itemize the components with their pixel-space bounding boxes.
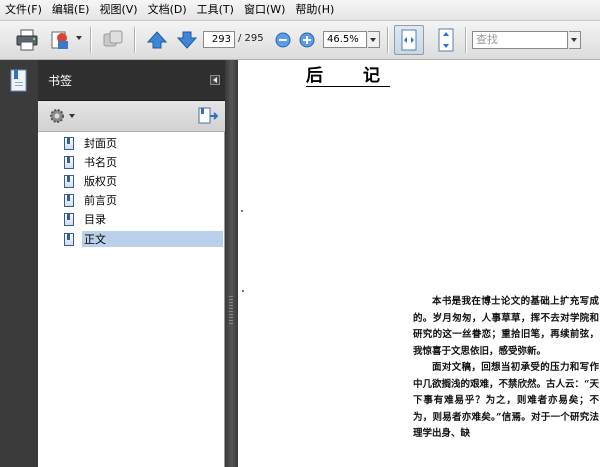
toolbar-separator (387, 27, 388, 53)
print-button[interactable] (14, 27, 40, 53)
fit-width-icon (401, 29, 417, 51)
arrow-down-icon (176, 31, 198, 49)
zoom-in-icon (299, 32, 315, 48)
bookmark-label: 书名页 (84, 156, 117, 169)
printer-icon (16, 29, 38, 51)
zoom-out-button[interactable] (274, 27, 292, 53)
previous-page-button[interactable] (144, 27, 170, 53)
page-total-label: / 295 (238, 33, 264, 44)
create-pdf-icon (51, 31, 68, 49)
gear-icon[interactable] (48, 107, 66, 125)
fit-page-button[interactable] (432, 26, 460, 54)
zoom-input[interactable]: 46.5% (323, 31, 367, 48)
bookmark-icon (64, 193, 74, 207)
bookmarks-icon[interactable] (9, 69, 29, 93)
options-dropdown-arrow[interactable] (69, 114, 75, 118)
menu-tools[interactable]: 工具(T) (192, 0, 239, 20)
bookmark-icon (64, 136, 74, 150)
menu-bar: 文件(F) 编辑(E) 视图(V) 文档(D) 工具(T) 窗口(W) 帮助(H… (0, 0, 600, 21)
zoom-dropdown-arrow[interactable] (368, 31, 380, 48)
bookmark-cover[interactable]: 封面页 (64, 134, 119, 152)
arrow-up-icon (146, 31, 168, 49)
bookmarks-list: 封面页 书名页 版权页 前言页 目录 正文 (38, 132, 225, 467)
bookmark-preface[interactable]: 前言页 (64, 191, 119, 209)
search-input[interactable]: 查找 (472, 31, 568, 49)
bookmark-icon (64, 212, 74, 226)
menu-edit[interactable]: 编辑(E) (47, 0, 95, 20)
scan-mark (242, 290, 244, 292)
collapse-panel-button[interactable] (210, 75, 220, 85)
bookmark-title-page[interactable]: 书名页 (64, 153, 119, 171)
menu-document[interactable]: 文档(D) (143, 0, 192, 20)
document-page[interactable]: 后记 本书是我在博士论文的基础上扩充写成的。岁月匆匆，人事草草，挥不去对学院和研… (238, 60, 600, 467)
zoom-in-button[interactable] (298, 27, 316, 53)
next-page-button[interactable] (174, 27, 200, 53)
bookmark-label: 版权页 (84, 175, 117, 188)
page-number-input[interactable]: 293 (203, 31, 235, 48)
scan-mark (241, 210, 243, 212)
bookmark-label-selected: 正文 (82, 231, 223, 247)
bookmark-contents[interactable]: 目录 (64, 210, 108, 228)
bookmark-icon (64, 174, 74, 188)
bookmark-main-text[interactable]: 正文 (64, 230, 223, 248)
page-heading: 后记 (306, 66, 420, 87)
fit-width-button[interactable] (394, 25, 424, 55)
bookmark-copyright[interactable]: 版权页 (64, 172, 119, 190)
expand-bookmark-icon[interactable] (198, 107, 218, 125)
menu-window[interactable]: 窗口(W) (239, 0, 290, 20)
toolbar: 293 / 295 46.5% 查找 (0, 21, 600, 60)
create-button[interactable] (48, 27, 74, 53)
paragraph: 面对文稿，回想当初承受的压力和写作中几欲搁浅的艰难，不禁欣然。古人云：“天下事有… (413, 362, 599, 439)
bookmarks-panel-header: 书签 (38, 60, 225, 101)
bookmarks-panel-title: 书签 (48, 74, 73, 88)
panel-splitter[interactable] (225, 60, 238, 467)
bookmark-label: 目录 (84, 213, 106, 226)
search-dropdown-arrow[interactable] (569, 31, 581, 49)
create-dropdown-arrow[interactable] (76, 36, 82, 40)
paragraph: 本书是我在博士论文的基础上扩充写成的。岁月匆匆，人事草草，挥不去对学院和研究的这… (413, 296, 599, 357)
bookmark-icon (64, 155, 74, 169)
toolbar-separator (134, 27, 135, 53)
splitter-grip[interactable] (229, 296, 233, 326)
menu-help[interactable]: 帮助(H) (290, 0, 339, 20)
bookmark-label: 前言页 (84, 194, 117, 207)
bookmark-icon (64, 232, 74, 246)
menu-file[interactable]: 文件(F) (0, 0, 47, 20)
fit-page-icon (438, 28, 454, 52)
collaborate-button[interactable] (100, 27, 126, 53)
bookmarks-panel-toolbar (38, 101, 225, 132)
collaborate-icon (103, 30, 123, 47)
bookmark-label: 封面页 (84, 137, 117, 150)
toolbar-separator (90, 27, 91, 53)
menu-view[interactable]: 视图(V) (94, 0, 142, 20)
page-body-text: 本书是我在博士论文的基础上扩充写成的。岁月匆匆，人事草草，挥不去对学院和研究的这… (413, 294, 599, 443)
zoom-out-icon (275, 32, 291, 48)
navigation-rail (0, 60, 38, 467)
toolbar-separator (465, 27, 466, 53)
